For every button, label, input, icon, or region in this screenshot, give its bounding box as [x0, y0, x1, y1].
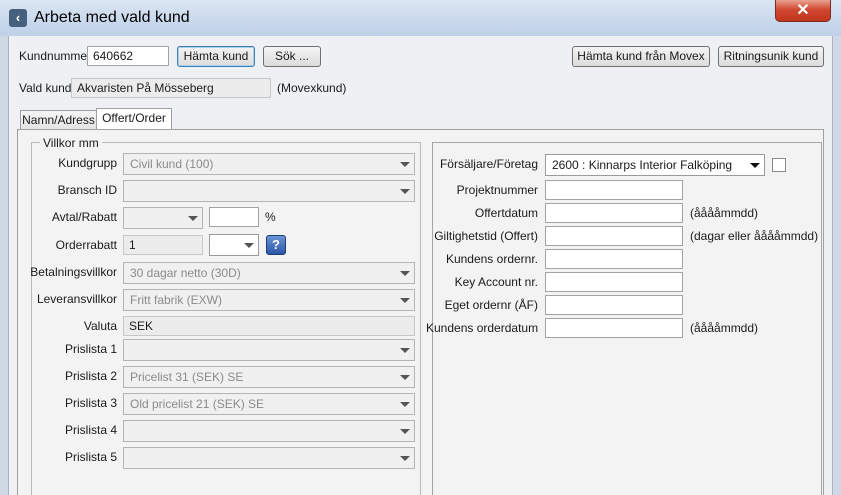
- help-question-icon[interactable]: ?: [266, 235, 286, 255]
- prislista-1-label: Prislista 1: [64, 342, 117, 356]
- eget-ordernr-input[interactable]: [545, 295, 683, 315]
- avtal-percent-input[interactable]: [209, 207, 259, 227]
- close-button[interactable]: ✕: [775, 0, 831, 22]
- leveransvillkor-label: Leveransvillkor: [36, 292, 117, 306]
- orderrabatt-label: Orderrabatt: [55, 238, 117, 252]
- betalningsvillkor-label: Betalningsvillkor: [30, 265, 117, 279]
- chevron-down-icon: [400, 271, 410, 276]
- tab-offert-order[interactable]: Offert/Order: [96, 108, 172, 130]
- chevron-down-icon: [400, 375, 410, 380]
- kundens-orderdatum-hint: (ååååmmdd): [690, 321, 759, 335]
- vald-kund-field: Akvaristen På Mösseberg: [71, 78, 271, 98]
- orderrabatt-field[interactable]: 1: [123, 235, 203, 255]
- chevron-down-icon: [400, 348, 410, 353]
- percent-sign: %: [265, 210, 276, 224]
- forsaljare-label: Försäljare/Företag: [439, 157, 538, 171]
- betalningsvillkor-select[interactable]: 30 dagar netto (30D): [123, 262, 415, 284]
- chevron-down-icon: [750, 163, 760, 168]
- window-title: Arbeta med vald kund: [34, 9, 190, 26]
- prislista-3-select[interactable]: Old pricelist 21 (SEK) SE: [123, 393, 415, 415]
- avtal-rabatt-label: Avtal/Rabatt: [51, 210, 117, 224]
- kundens-ordernr-input[interactable]: [545, 249, 683, 269]
- prislista-3-label: Prislista 3: [64, 396, 117, 410]
- chevron-down-icon: [188, 216, 198, 221]
- prislista-3-value: Old pricelist 21 (SEK) SE: [130, 397, 265, 411]
- giltighetstid-label: Giltighetstid (Offert): [434, 229, 538, 243]
- offertdatum-label: Offertdatum: [474, 206, 538, 220]
- chevron-down-icon: [400, 298, 410, 303]
- chevron-down-icon: [244, 243, 254, 248]
- leveransvillkor-value: Fritt fabrik (EXW): [130, 293, 222, 307]
- hamta-kund-fran-movex-button[interactable]: Hämta kund från Movex: [572, 46, 710, 67]
- hamta-kund-button[interactable]: Hämta kund: [177, 46, 255, 67]
- forsaljare-checkbox[interactable]: [772, 158, 786, 172]
- movexkund-label: (Movexkund): [277, 81, 347, 95]
- chevron-down-icon: [400, 189, 410, 194]
- projektnummer-label: Projektnummer: [456, 183, 538, 197]
- offertdatum-hint: (ååååmmdd): [690, 206, 759, 220]
- prislista-5-label: Prislista 5: [64, 450, 117, 464]
- tab-namn-adress[interactable]: Namn/Adress: [20, 110, 97, 130]
- prislista-4-select[interactable]: [123, 420, 415, 442]
- projektnummer-input[interactable]: [545, 180, 683, 200]
- valuta-label: Valuta: [83, 319, 117, 333]
- forsaljare-value: 2600 : Kinnarps Interior Falköping: [552, 158, 733, 172]
- kundgrupp-label: Kundgrupp: [58, 156, 117, 170]
- sok-button[interactable]: Sök ...: [263, 46, 321, 67]
- kundens-orderdatum-input[interactable]: [545, 318, 683, 338]
- forsaljare-select[interactable]: 2600 : Kinnarps Interior Falköping: [545, 154, 765, 176]
- prislista-2-select[interactable]: Pricelist 31 (SEK) SE: [123, 366, 415, 388]
- chevron-down-icon: [400, 429, 410, 434]
- valuta-field: SEK: [123, 316, 415, 336]
- avtal-rabatt-select[interactable]: [123, 207, 203, 229]
- giltighetstid-hint: (dagar eller ååååmmdd): [690, 229, 819, 243]
- prislista-5-select[interactable]: [123, 447, 415, 469]
- chevron-down-icon: [400, 162, 410, 167]
- prislista-2-label: Prislista 2: [64, 369, 117, 383]
- vald-kund-label: Vald kund: [19, 81, 72, 95]
- offertdatum-input[interactable]: [545, 203, 683, 223]
- prislista-2-value: Pricelist 31 (SEK) SE: [130, 370, 244, 384]
- chevron-down-icon: [400, 402, 410, 407]
- kundnummer-input[interactable]: 640662: [87, 46, 169, 66]
- kundgrupp-value: Civil kund (100): [130, 157, 214, 171]
- giltighetstid-input[interactable]: [545, 226, 683, 246]
- kundens-orderdatum-label: Kundens orderdatum: [426, 321, 539, 335]
- betalningsvillkor-value: 30 dagar netto (30D): [130, 266, 241, 280]
- kundens-ordernr-label: Kundens ordernr.: [445, 252, 538, 266]
- prislista-1-select[interactable]: [123, 339, 415, 361]
- leveransvillkor-select[interactable]: Fritt fabrik (EXW): [123, 289, 415, 311]
- bransch-id-label: Bransch ID: [57, 183, 117, 197]
- eget-ordernr-label: Eget ordernr (ÅF): [444, 298, 538, 312]
- kundgrupp-select[interactable]: Civil kund (100): [123, 153, 415, 175]
- key-account-label: Key Account nr.: [454, 275, 538, 289]
- key-account-input[interactable]: [545, 272, 683, 292]
- chevron-down-icon: [400, 456, 410, 461]
- bransch-id-select[interactable]: [123, 180, 415, 202]
- back-arrow-icon: ‹: [9, 9, 27, 27]
- prislista-4-label: Prislista 4: [64, 423, 117, 437]
- orderrabatt-select[interactable]: [209, 234, 259, 256]
- kundnummer-label: Kundnummer: [19, 49, 92, 63]
- ritningsunik-kund-button[interactable]: Ritningsunik kund: [718, 46, 824, 67]
- villkor-legend: Villkor mm: [40, 136, 102, 150]
